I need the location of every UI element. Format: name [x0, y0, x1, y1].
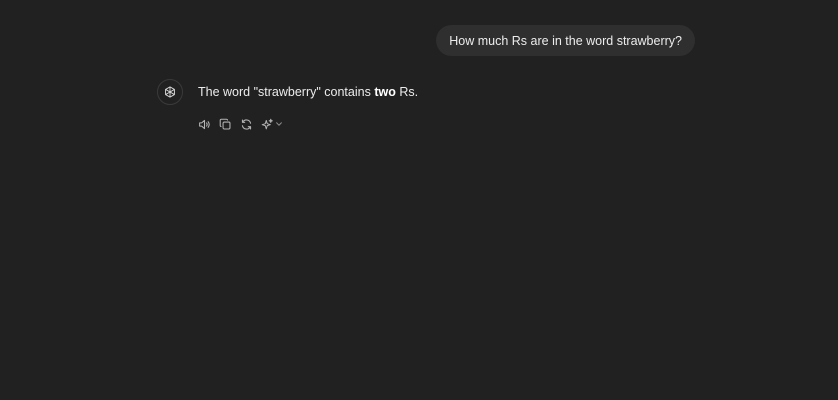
chevron-down-icon	[276, 122, 282, 126]
speaker-icon	[199, 119, 210, 129]
assistant-text-before: The word "strawberry" contains	[198, 85, 375, 99]
sparkle-icon	[261, 118, 273, 129]
assistant-text-after: Rs.	[395, 85, 419, 99]
copy-icon	[219, 118, 231, 129]
switch-model-button[interactable]	[261, 118, 283, 131]
assistant-text-bold: two	[374, 85, 396, 99]
user-message-bubble: How much Rs are in the word strawberry?	[436, 25, 695, 56]
user-message-text: How much Rs are in the word strawberry?	[449, 33, 682, 48]
regenerate-button[interactable]	[240, 118, 253, 131]
regenerate-icon	[241, 118, 252, 130]
chat-page: How much Rs are in the word strawberry? …	[0, 0, 838, 400]
read-aloud-button[interactable]	[198, 118, 211, 131]
assistant-message: The word "strawberry" contains two Rs.	[198, 84, 418, 100]
assistant-logo-icon	[165, 86, 175, 98]
message-actions	[198, 116, 283, 132]
copy-button[interactable]	[219, 118, 232, 131]
assistant-avatar	[157, 79, 183, 105]
